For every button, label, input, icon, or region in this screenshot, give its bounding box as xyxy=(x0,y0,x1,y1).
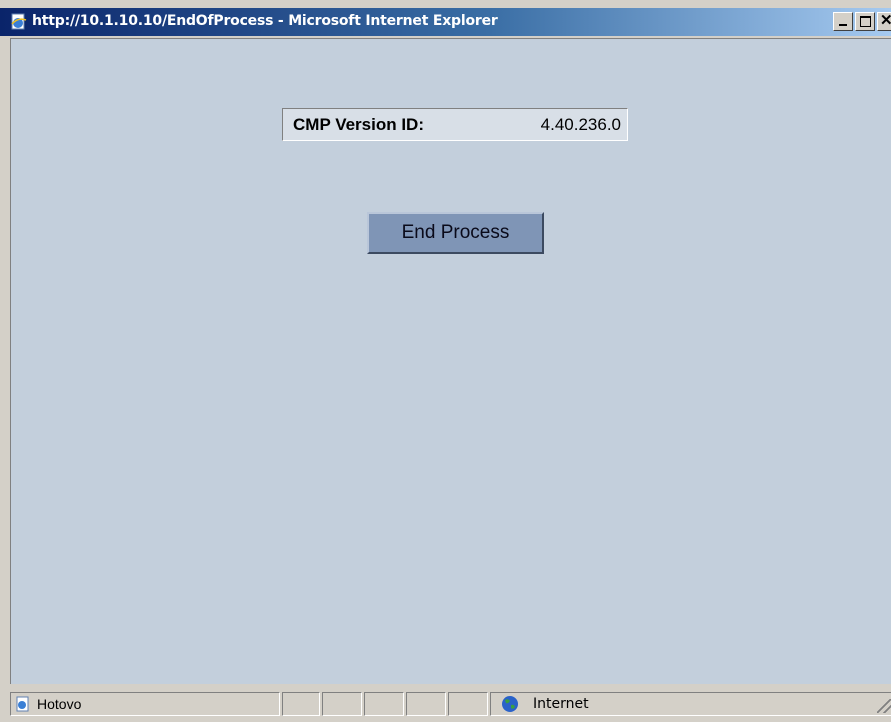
status-bar: Hotovo Internet xyxy=(0,686,891,722)
page-done-icon xyxy=(15,696,31,712)
maximize-button[interactable] xyxy=(855,12,875,31)
status-empty-pane xyxy=(406,692,446,716)
close-button[interactable]: ✕ xyxy=(877,12,891,31)
status-empty-pane xyxy=(282,692,320,716)
status-text: Hotovo xyxy=(37,696,82,712)
page-content: CMP Version ID: 4.40.236.0 End Process xyxy=(10,38,891,684)
title-bar[interactable]: http://10.1.10.10/EndOfProcess - Microso… xyxy=(0,8,891,36)
version-label: CMP Version ID: xyxy=(293,115,424,134)
version-info-box: CMP Version ID: 4.40.236.0 xyxy=(282,108,628,141)
resize-grip[interactable] xyxy=(877,699,891,713)
status-empty-pane xyxy=(448,692,488,716)
status-main-pane: Hotovo xyxy=(10,692,280,716)
version-value: 4.40.236.0 xyxy=(540,115,621,134)
security-zone-text: Internet xyxy=(533,696,589,712)
end-process-button[interactable]: End Process xyxy=(367,212,544,254)
window-controls: ✕ xyxy=(831,12,891,32)
status-empty-pane xyxy=(322,692,362,716)
security-zone-pane: Internet xyxy=(490,692,891,716)
ie-page-icon xyxy=(10,13,28,31)
minimize-button[interactable] xyxy=(833,12,853,31)
window-title: http://10.1.10.10/EndOfProcess - Microso… xyxy=(32,13,498,29)
browser-window: http://10.1.10.10/EndOfProcess - Microso… xyxy=(0,0,891,722)
internet-globe-icon xyxy=(501,695,519,713)
status-empty-pane xyxy=(364,692,404,716)
